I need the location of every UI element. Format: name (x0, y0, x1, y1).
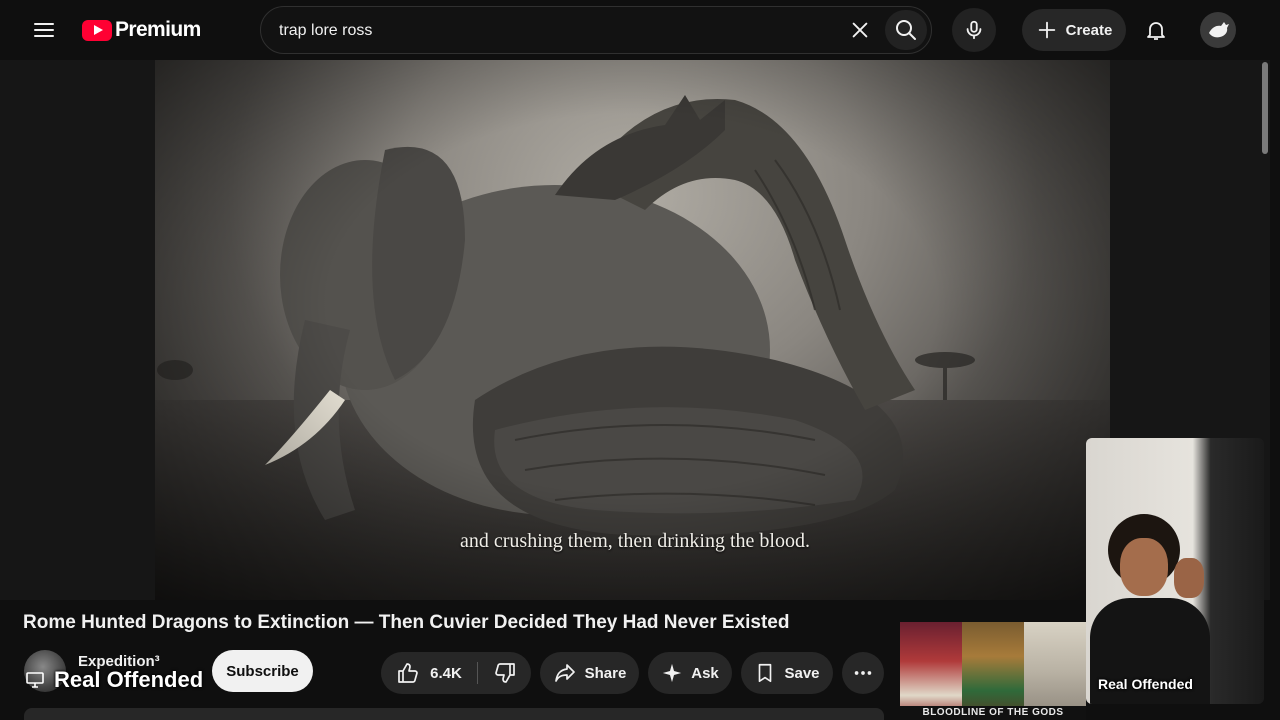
webcam-label: Real Offended (1098, 676, 1193, 692)
video-title: Rome Hunted Dragons to Extinction — Then… (23, 612, 790, 633)
like-count: 6.4K (430, 664, 462, 682)
account-icon (1209, 22, 1229, 38)
stream-overlay-label: Real Offended (54, 667, 204, 692)
like-dislike-group: 6.4K (381, 652, 531, 694)
sparkle-icon (663, 663, 682, 683)
notifications-button[interactable] (1136, 10, 1176, 50)
page-scrollbar[interactable] (1262, 62, 1268, 154)
share-label: Share (584, 664, 627, 682)
save-label: Save (784, 664, 820, 682)
create-button[interactable]: Create (1022, 9, 1126, 51)
webcam-person-face (1120, 538, 1168, 596)
dislike-button[interactable] (478, 652, 531, 694)
bookmark-icon (759, 663, 772, 683)
video-vignette (155, 60, 1110, 600)
stream-overlay-tag: Real Offended (26, 667, 203, 693)
youtube-logo[interactable]: Premium (82, 17, 201, 43)
like-button[interactable]: 6.4K (381, 652, 477, 694)
save-button[interactable]: Save (741, 652, 833, 694)
cast-icon (26, 672, 44, 688)
description-panel[interactable] (24, 708, 884, 720)
bell-icon (1147, 22, 1165, 40)
mic-icon (966, 20, 982, 40)
top-bar: Premium Create (0, 0, 1280, 60)
more-icon (854, 671, 872, 675)
menu-icon (34, 23, 54, 37)
menu-button[interactable] (24, 10, 64, 50)
video-player[interactable]: and crushing them, then drinking the blo… (0, 60, 1270, 600)
subscribe-button[interactable]: Subscribe (212, 650, 313, 692)
search-button[interactable] (885, 10, 927, 50)
more-actions-button[interactable] (842, 652, 884, 694)
dislike-icon (494, 663, 515, 683)
search-box (260, 6, 932, 55)
plus-icon (1038, 21, 1055, 39)
video-frame (155, 60, 1110, 600)
related-video-caption: BLOODLINE OF THE GODS (900, 706, 1086, 720)
video-caption: and crushing them, then drinking the blo… (460, 530, 810, 552)
logo-text: Premium (115, 18, 201, 41)
search-icon (896, 20, 916, 40)
like-icon (398, 663, 419, 683)
create-label: Create (1065, 21, 1113, 39)
search-input[interactable] (277, 7, 821, 55)
voice-search-button[interactable] (952, 8, 996, 52)
share-icon (554, 664, 575, 682)
share-button[interactable]: Share (540, 652, 639, 694)
related-video-thumbnail[interactable]: BLOODLINE OF THE GODS (900, 622, 1086, 720)
ask-button[interactable]: Ask (648, 652, 732, 694)
webcam-person-hand (1174, 558, 1204, 598)
account-avatar-button[interactable] (1200, 12, 1236, 48)
youtube-logo-icon (82, 19, 112, 41)
clear-search-button[interactable] (841, 11, 879, 49)
ask-label: Ask (691, 664, 719, 682)
webcam-overlay: Real Offended (1086, 438, 1264, 704)
close-icon (852, 22, 868, 38)
